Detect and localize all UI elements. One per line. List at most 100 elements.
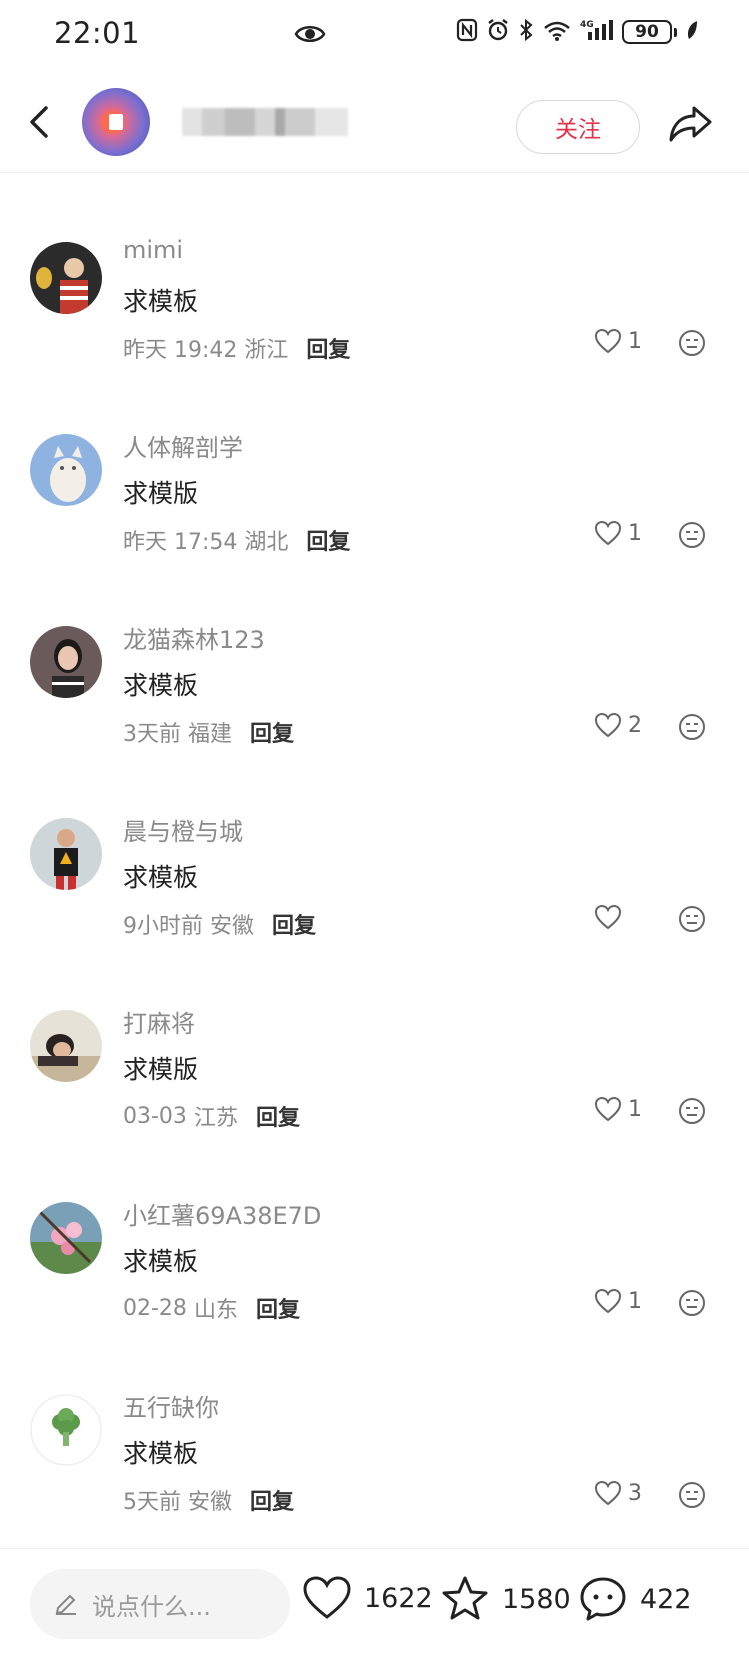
- like-count: 1: [628, 1096, 642, 1122]
- like-count: 3: [628, 1480, 642, 1506]
- share-button[interactable]: [666, 102, 716, 146]
- comment-text: 求模版: [123, 1055, 199, 1084]
- comment-location: 浙江: [244, 338, 289, 363]
- neutral-face-icon: [679, 1290, 705, 1316]
- neutral-face-icon: [679, 714, 705, 740]
- battery-nub: [674, 27, 677, 37]
- comment-meta: 9小时前 安徽 回复: [123, 908, 316, 940]
- back-button[interactable]: [22, 98, 62, 146]
- leaf-icon: [685, 19, 699, 45]
- commenter-name[interactable]: 晨与橙与城: [123, 812, 243, 847]
- heart-icon: [594, 1096, 622, 1122]
- reply-button[interactable]: 回复: [306, 332, 350, 364]
- neutral-face-icon: [679, 1098, 705, 1124]
- reaction-button[interactable]: [678, 329, 706, 361]
- status-icons: 4G 90: [456, 18, 699, 46]
- comment-item: 晨与橙与城 求模板 9小时前 安徽 回复: [0, 808, 749, 1000]
- neutral-face-icon: [679, 906, 705, 932]
- reply-button[interactable]: 回复: [272, 908, 316, 940]
- comment-meta: 昨天 19:42 浙江 回复: [123, 332, 350, 364]
- commenter-name[interactable]: mimi: [123, 236, 183, 264]
- author-name-blurred[interactable]: [182, 108, 348, 136]
- reply-button[interactable]: 回复: [250, 716, 294, 748]
- comment-like-button[interactable]: 1: [594, 1096, 642, 1122]
- comment-like-button[interactable]: 1: [594, 520, 642, 546]
- comment-item: mimi 求模板 昨天 19:42 浙江 回复 1: [0, 232, 749, 424]
- comment-item: 龙猫森林123 求模板 3天前 福建 回复 2: [0, 616, 749, 808]
- commenter-name[interactable]: 人体解剖学: [123, 428, 243, 463]
- neutral-face-icon: [679, 522, 705, 548]
- reply-button[interactable]: 回复: [306, 524, 350, 556]
- collect-count: 1580: [502, 1583, 571, 1615]
- commenter-avatar[interactable]: [30, 434, 102, 506]
- comment-location: 山东: [193, 1298, 238, 1323]
- bottom-action-bar: 说点什么... 1622 1580 422: [0, 1548, 749, 1660]
- comment-item: 人体解剖学 求模版 昨天 17:54 湖北 回复 1: [0, 424, 749, 616]
- follow-button[interactable]: 关注: [516, 100, 640, 154]
- like-count: 1: [628, 1288, 642, 1314]
- comment-location: 江苏: [193, 1106, 238, 1131]
- comment-location: 安徽: [188, 1490, 233, 1515]
- comment-location: 安徽: [210, 914, 255, 939]
- reply-button[interactable]: 回复: [256, 1292, 300, 1324]
- signal-icon: 4G: [580, 18, 614, 46]
- neutral-face-icon: [679, 1482, 705, 1508]
- comment-like-button[interactable]: 1: [594, 1288, 642, 1314]
- comment-input[interactable]: 说点什么...: [30, 1569, 290, 1639]
- reply-button[interactable]: 回复: [250, 1484, 294, 1516]
- comment-text: 求模板: [123, 287, 199, 316]
- comment-like-button[interactable]: 1: [594, 328, 642, 354]
- reaction-button[interactable]: [678, 521, 706, 553]
- commenter-name[interactable]: 五行缺你: [123, 1388, 219, 1423]
- commenter-avatar[interactable]: [30, 1202, 102, 1274]
- comment-time: 3天前: [123, 722, 181, 747]
- comment-meta: 03-03 江苏 回复: [123, 1100, 300, 1132]
- reply-button[interactable]: 回复: [256, 1100, 300, 1132]
- svg-text:4G: 4G: [580, 20, 594, 30]
- eye-icon: [294, 20, 326, 52]
- reaction-button[interactable]: [678, 905, 706, 937]
- like-button[interactable]: 1622: [302, 1575, 433, 1621]
- comment-button[interactable]: 422: [578, 1575, 692, 1623]
- commenter-name[interactable]: 打麻将: [123, 1004, 195, 1039]
- status-time: 22:01: [54, 16, 141, 50]
- reaction-button[interactable]: [678, 1481, 706, 1513]
- comment-text: 求模板: [123, 671, 199, 700]
- comment-time: 02-28: [123, 1295, 187, 1321]
- comment-time: 9小时前: [123, 914, 203, 939]
- reaction-button[interactable]: [678, 713, 706, 745]
- comment-item: 打麻将 求模版 03-03 江苏 回复 1: [0, 1000, 749, 1192]
- comment-time: 昨天 19:42: [123, 338, 238, 363]
- comment-time: 昨天 17:54: [123, 530, 238, 555]
- like-count-total: 1622: [364, 1582, 433, 1614]
- commenter-name[interactable]: 小红薯69A38E7D: [123, 1196, 321, 1231]
- comment-count: 422: [640, 1583, 692, 1615]
- comment-location: 湖北: [244, 530, 289, 555]
- heart-icon: [594, 712, 622, 738]
- heart-icon: [594, 1288, 622, 1314]
- comment-time: 03-03: [123, 1103, 187, 1129]
- comment-meta: 02-28 山东 回复: [123, 1292, 300, 1324]
- comment-meta: 5天前 安徽 回复: [123, 1484, 294, 1516]
- comment-like-button[interactable]: 2: [594, 712, 642, 738]
- commenter-avatar[interactable]: [30, 242, 102, 314]
- collect-button[interactable]: 1580: [440, 1575, 571, 1623]
- reaction-button[interactable]: [678, 1097, 706, 1129]
- comment-input-placeholder: 说点什么...: [92, 1592, 211, 1621]
- heart-icon: [303, 1576, 351, 1619]
- comment-like-button[interactable]: 3: [594, 1480, 642, 1506]
- comment-like-button[interactable]: [594, 904, 628, 930]
- commenter-avatar[interactable]: [30, 1394, 102, 1466]
- reaction-button[interactable]: [678, 1289, 706, 1321]
- like-count: 1: [628, 520, 642, 546]
- like-count: 1: [628, 328, 642, 354]
- commenter-avatar[interactable]: [30, 1010, 102, 1082]
- commenter-avatar[interactable]: [30, 818, 102, 890]
- share-icon: [669, 106, 712, 142]
- nfc-icon: [456, 18, 478, 46]
- comment-text: 求模板: [123, 863, 199, 892]
- commenter-avatar[interactable]: [30, 626, 102, 698]
- commenter-name[interactable]: 龙猫森林123: [123, 620, 265, 655]
- comment-location: 福建: [188, 722, 233, 747]
- author-avatar[interactable]: [82, 88, 150, 156]
